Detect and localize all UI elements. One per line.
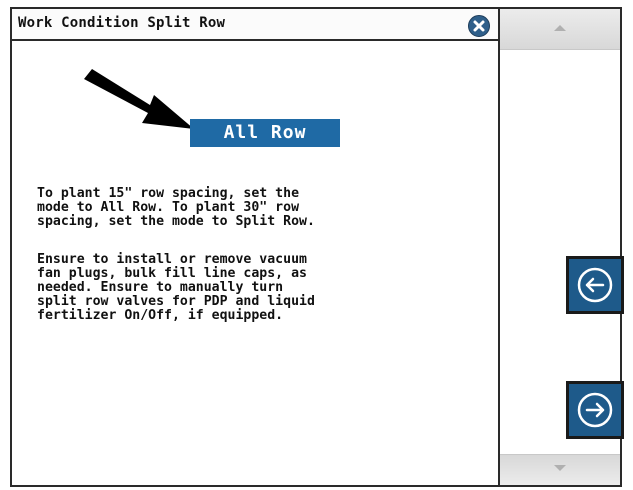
side-panel	[500, 9, 624, 485]
arrow-left-circle-icon	[577, 267, 613, 303]
scroll-up-button[interactable]	[500, 9, 620, 50]
chevron-down-icon	[554, 465, 566, 471]
next-button[interactable]	[566, 381, 624, 439]
instruction-paragraph-2: Ensure to install or remove vacuum fan p…	[37, 252, 315, 323]
close-icon	[473, 20, 485, 32]
work-condition-dialog: Work Condition Split Row All Row To plan…	[12, 9, 500, 485]
mode-value-badge[interactable]: All Row	[190, 119, 340, 147]
chevron-up-icon	[554, 25, 566, 31]
arrow-pointer-icon	[84, 69, 194, 129]
close-button[interactable]	[468, 15, 490, 37]
display-screen: Work Condition Split Row All Row To plan…	[10, 7, 624, 487]
scroll-down-button[interactable]	[500, 454, 620, 485]
instruction-paragraph-1: To plant 15" row spacing, set the mode t…	[37, 186, 315, 229]
title-bar: Work Condition Split Row	[12, 9, 498, 41]
dialog-title: Work Condition Split Row	[18, 15, 226, 31]
arrow-right-circle-icon	[577, 392, 613, 428]
back-button[interactable]	[566, 256, 624, 314]
